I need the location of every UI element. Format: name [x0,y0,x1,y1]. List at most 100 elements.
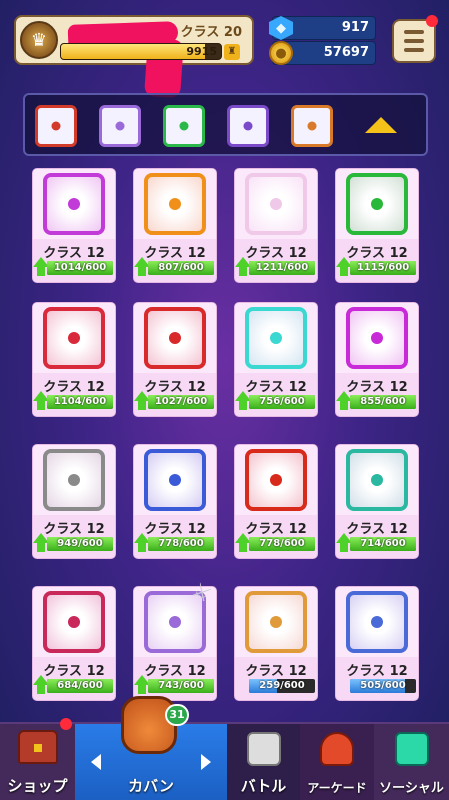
hamburger-icon [404,39,424,43]
dice-card[interactable]: クラス 12 756/600 [234,302,318,417]
upgrade-arrow-icon [134,533,150,553]
dice-card[interactable]: クラス 12 949/600 [32,444,116,559]
xp-progress-bar: 9915 [60,43,222,60]
dice-progress-text: 743/600 [158,680,204,691]
dice-card[interactable]: クラス 12 684/600 [32,586,116,701]
deck-die[interactable] [35,105,77,147]
dice-class-label: クラス 12 [245,664,307,679]
dice-deck [23,93,428,156]
dice-progress-text: 714/600 [360,538,406,549]
dice-progress-text: 1115/600 [356,262,410,273]
dice-card-art [33,303,115,373]
dice-progress-bar: 807/600 [148,261,214,275]
die-pip [243,121,253,131]
dice-progress-bar: 743/600 [148,679,214,693]
chevron-right-icon[interactable] [201,754,211,770]
menu-button[interactable] [392,15,438,63]
dice-card[interactable]: クラス 12 714/600 [335,444,419,559]
die-face [43,591,105,653]
dice-progress-bar: 714/600 [350,537,416,551]
die-face [245,173,307,235]
dice-progress-bar: 1211/600 [249,261,315,275]
player-avatar[interactable]: ♛ [20,21,58,59]
dice-card[interactable]: クラス 12 1115/600 [335,168,419,283]
die-pip [51,121,61,131]
nav-social-label: ソーシャル [379,781,444,796]
dice-progress-text: 1211/600 [255,262,309,273]
dice-card[interactable]: クラス 12 855/600 [335,302,419,417]
hamburger-icon [404,30,424,34]
die-pip [371,198,383,210]
die-face [346,173,408,235]
nav-shop-label: ショップ [7,777,68,795]
dice-progress-bar: 505/600 [350,679,416,693]
player-class-label: クラス 20 [180,25,242,40]
dice-progress-bar: 1027/600 [148,395,214,409]
deck-die[interactable] [163,105,205,147]
dice-progress-text: 1014/600 [53,262,107,273]
upgrade-arrow-icon [33,257,49,277]
bag-icon [121,696,177,754]
die-face [346,449,408,511]
top-header: ♛ クラス 20 9915 ♜ ◆ 917 ● 57697 [0,0,449,99]
triangle-up-icon[interactable] [365,117,397,133]
chevron-left-icon[interactable] [91,754,101,770]
nav-battle-label: バトル [240,777,287,795]
gem-count: 917 [341,20,369,35]
die-pip [371,616,383,628]
gem-icon: ◆ [269,16,293,40]
die-face [43,449,105,511]
upgrade-arrow-icon [134,391,150,411]
dice-card[interactable]: クラス 12 1104/600 [32,302,116,417]
nav-bag[interactable]: 31 カバン [75,696,227,800]
dice-progress-bar: 949/600 [47,537,113,551]
die-face [245,307,307,369]
dice-progress-text: 756/600 [259,396,305,407]
die-pip [68,474,80,486]
dice-card[interactable]: クラス 12 1027/600 [133,302,217,417]
nav-arcade-label: アーケード [307,781,367,795]
dice-card[interactable]: クラス 12 1014/600 [32,168,116,283]
deck-die[interactable] [291,105,333,147]
dice-card-art [336,587,418,657]
nav-arcade[interactable]: アーケード [300,724,374,800]
dice-card-art [33,445,115,515]
dice-card[interactable]: クラス 12 778/600 [234,444,318,559]
nav-social[interactable]: ソーシャル [374,724,449,800]
upgrade-arrow-icon [336,257,352,277]
dice-card-art [235,303,317,373]
dice-progress-bar: 1104/600 [47,395,113,409]
dice-card[interactable]: クラス 12 1211/600 [234,168,318,283]
die-pip [169,474,181,486]
dice-card-art [134,169,216,239]
dice-card[interactable]: クラス 12 778/600 [133,444,217,559]
gem-balance[interactable]: ◆ 917 [269,16,376,40]
trophy-icon: ♜ [224,44,240,60]
upgrade-arrow-icon [134,675,150,695]
bag-count-badge: 31 [165,704,189,726]
nav-shop[interactable]: ショップ [0,718,75,800]
die-pip [115,121,125,131]
notification-dot [426,15,438,27]
dice-card[interactable]: クラス 12 505/600 [335,586,419,701]
dice-card[interactable]: クラス 12 259/600 [234,586,318,701]
deck-die[interactable] [99,105,141,147]
die-pip [371,332,383,344]
nav-battle[interactable]: バトル [227,724,300,800]
gold-balance[interactable]: ● 57697 [269,41,376,65]
upgrade-arrow-icon [235,391,251,411]
dice-card[interactable]: クラス 12 807/600 [133,168,217,283]
dice-card-art [134,445,216,515]
upgrade-arrow-icon [134,257,150,277]
die-pip [68,332,80,344]
deck-die[interactable] [227,105,269,147]
gold-coin-icon: ● [269,41,293,65]
dice-progress-text: 684/600 [57,680,103,691]
dice-progress-text: 807/600 [158,262,204,273]
upgrade-arrow-icon [33,533,49,553]
player-profile-panel[interactable]: ♛ クラス 20 9915 ♜ [14,15,254,99]
dice-progress-text: 855/600 [360,396,406,407]
notification-dot [60,718,72,730]
dice-progress-text: 778/600 [158,538,204,549]
die-face [144,449,206,511]
